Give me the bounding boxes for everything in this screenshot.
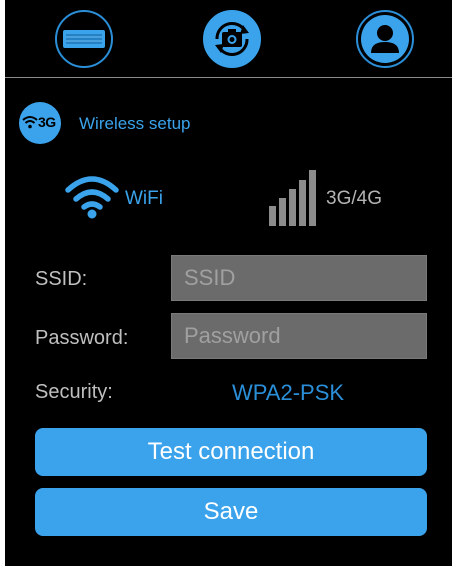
security-label: Security: xyxy=(35,381,113,403)
cellular-label: 3G/4G xyxy=(326,188,382,209)
signal-bar xyxy=(269,206,276,226)
test-connection-button[interactable]: Test connection xyxy=(35,428,427,476)
save-button[interactable]: Save xyxy=(35,488,427,536)
signal-bar xyxy=(279,198,286,226)
top-bar-divider xyxy=(5,77,452,78)
device-icon[interactable] xyxy=(55,10,113,68)
signal-bar xyxy=(299,180,306,226)
signal-bar xyxy=(309,170,316,226)
camera-rotate-icon[interactable] xyxy=(203,10,261,68)
wifi-label: WiFi xyxy=(125,188,163,209)
top-icon-bar xyxy=(5,0,452,78)
password-input[interactable] xyxy=(171,313,427,359)
wifi-icon xyxy=(65,176,119,219)
ssid-label: SSID: xyxy=(35,268,88,290)
password-label: Password: xyxy=(35,327,129,349)
3g-wifi-badge-icon: 3G xyxy=(19,102,61,144)
wireless-setup-screen: 3G Wireless setup WiFi 3G/4G SSID: SSID … xyxy=(5,0,452,566)
badge-text: 3G xyxy=(38,114,56,130)
security-value[interactable]: WPA2-PSK xyxy=(232,380,344,406)
screen: 3G Wireless setup WiFi 3G/4G SSID: SSID … xyxy=(0,0,454,572)
page-title: Wireless setup xyxy=(79,114,191,133)
signal-bar xyxy=(289,189,296,226)
ssid-input[interactable] xyxy=(171,255,427,301)
user-icon[interactable] xyxy=(356,10,414,68)
